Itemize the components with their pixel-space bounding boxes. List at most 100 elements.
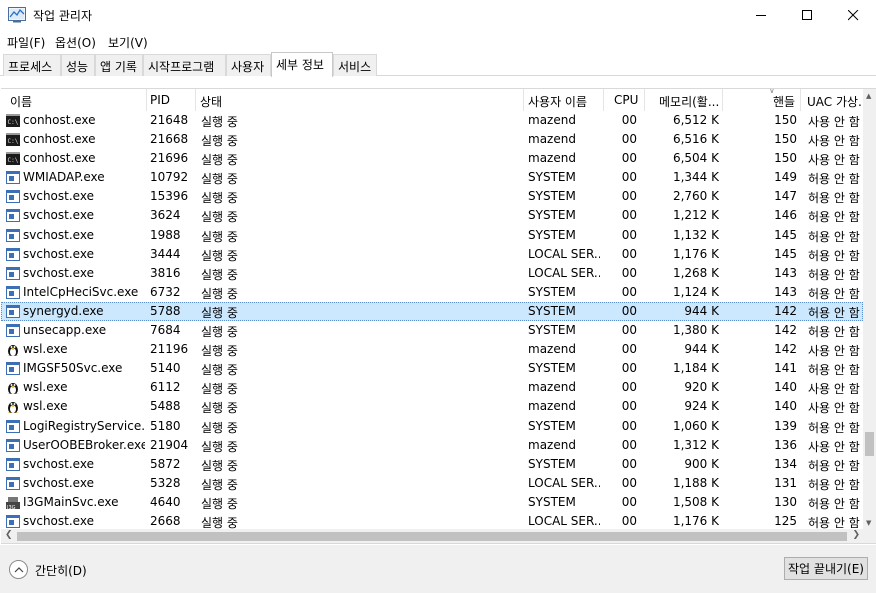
column-header-name[interactable]: 이름 xyxy=(1,89,147,111)
table-row[interactable]: LogiRegistryService.e... 5180 실행 중 SYSTEM 00… xyxy=(1,417,863,436)
table-row[interactable]: svchost.exe 5872 실행 중 SYSTEM 00 900 K 134 허용 안 … xyxy=(1,455,863,474)
process-uac: 사용 안 함 xyxy=(808,134,860,149)
table-row[interactable]: svchost.exe 5328 실행 중 LOCAL SER... 00 1,188 K… xyxy=(1,474,863,493)
process-memory: 1,060 K xyxy=(672,418,719,433)
process-handles: 125 xyxy=(774,513,797,528)
scroll-up-icon[interactable]: ▲ xyxy=(866,92,871,100)
process-pid: 10792 xyxy=(150,170,189,185)
table-row[interactable]: IntelCpHeciSvc.exe 6732 실행 중 SYSTEM 00 1,124 … xyxy=(1,283,863,302)
tab-details[interactable]: 세부 정보 xyxy=(271,52,333,77)
column-header-cpu[interactable]: CPU xyxy=(604,89,645,111)
end-task-button[interactable]: 작업 끝내기(E) xyxy=(784,557,868,580)
menu-view[interactable]: 보기(V) xyxy=(108,34,148,51)
column-header-uac[interactable]: UAC 가상... xyxy=(801,89,863,111)
tab-performance[interactable]: 성능 xyxy=(61,54,95,76)
column-header-status[interactable]: 상태 xyxy=(196,89,524,111)
process-status: 실행 중 xyxy=(201,153,238,168)
table-row[interactable]: svchost.exe 3444 실행 중 LOCAL SER... 00 1,176 K… xyxy=(1,245,863,264)
minimize-button[interactable] xyxy=(738,0,784,31)
table-row[interactable]: I3G I3GMainSvc.exe 4640 실행 중 SYSTEM 00 1,508 K… xyxy=(1,493,863,512)
process-status: 실행 중 xyxy=(201,439,238,454)
process-memory: 1,176 K xyxy=(672,513,719,528)
process-cpu: 00 xyxy=(621,456,637,471)
table-row[interactable]: synergyd.exe 5788 실행 중 SYSTEM 00 944 K 142 허용 안… xyxy=(1,301,863,322)
scroll-left-icon[interactable]: ❮ xyxy=(5,530,13,540)
process-status: 실행 중 xyxy=(201,401,238,416)
column-header-handles[interactable]: 핸들 xyxy=(723,89,801,111)
process-handles: 147 xyxy=(774,189,797,204)
process-cpu: 00 xyxy=(621,342,637,357)
menu-options[interactable]: 옵션(O) xyxy=(55,34,96,51)
process-cpu: 00 xyxy=(621,265,637,280)
process-cpu: 00 xyxy=(621,132,637,147)
process-handles: 141 xyxy=(774,361,797,376)
process-user: mazend xyxy=(528,132,576,147)
table-row[interactable]: C:\ conhost.exe 21668 실행 중 mazend 00 6,516 K 15… xyxy=(1,130,863,149)
process-status: 실행 중 xyxy=(201,420,238,435)
vertical-scrollbar[interactable]: ▲ ▼ xyxy=(863,89,876,529)
tab-services[interactable]: 서비스 xyxy=(333,54,377,76)
process-status: 실행 중 xyxy=(201,229,238,244)
process-user: mazend xyxy=(528,151,576,166)
close-button[interactable] xyxy=(830,0,876,31)
process-handles: 130 xyxy=(774,494,797,509)
process-name: UserOOBEBroker.exe xyxy=(23,437,145,452)
table-row[interactable]: svchost.exe 1988 실행 중 SYSTEM 00 1,132 K 145 허용 … xyxy=(1,226,863,245)
tab-app-history[interactable]: 앱 기록 xyxy=(95,54,143,76)
column-header-pid[interactable]: PID xyxy=(147,89,196,111)
vertical-scroll-thumb[interactable] xyxy=(865,432,874,456)
table-row[interactable]: UserOOBEBroker.exe 21904 실행 중 mazend 00 1,312… xyxy=(1,436,863,455)
collapse-button[interactable] xyxy=(9,560,28,579)
process-status: 실행 중 xyxy=(201,382,238,397)
table-row[interactable]: wsl.exe 5488 실행 중 mazend 00 924 K 140 사용 안 함 xyxy=(1,397,863,416)
maximize-button[interactable] xyxy=(784,0,830,31)
table-row[interactable]: wsl.exe 6112 실행 중 mazend 00 920 K 140 사용 안 함 xyxy=(1,378,863,397)
process-name: svchost.exe xyxy=(23,265,94,280)
process-status: 실행 중 xyxy=(201,458,238,473)
column-header-memory[interactable]: 메모리(활... xyxy=(645,89,723,111)
table-row[interactable]: C:\ conhost.exe 21648 실행 중 mazend 00 6,512 K 15… xyxy=(1,111,863,130)
table-row[interactable]: IMGSF50Svc.exe 5140 실행 중 SYSTEM 00 1,184 K 141… xyxy=(1,359,863,378)
table-row[interactable]: unsecapp.exe 7684 실행 중 SYSTEM 00 1,380 K 142 허용… xyxy=(1,321,863,340)
process-user: mazend xyxy=(528,113,576,127)
process-user: SYSTEM xyxy=(528,227,576,242)
tab-startup[interactable]: 시작프로그램 xyxy=(143,54,226,76)
tab-processes[interactable]: 프로세스 xyxy=(3,54,61,76)
process-cpu: 00 xyxy=(621,361,637,376)
process-pid: 21904 xyxy=(150,437,189,452)
table-row[interactable]: svchost.exe 15396 실행 중 SYSTEM 00 2,760 K 147 허용… xyxy=(1,187,863,206)
process-user: SYSTEM xyxy=(528,170,576,185)
process-user: SYSTEM xyxy=(528,418,576,433)
process-user: SYSTEM xyxy=(528,284,576,299)
process-pid: 4640 xyxy=(150,494,181,509)
service-app-icon xyxy=(6,438,20,452)
tab-users[interactable]: 사용자 xyxy=(226,54,271,76)
process-list: 이름 PID 상태 사용자 이름 CPU 메모리(활... 핸들 UAC 가상.… xyxy=(1,88,876,544)
column-header-user[interactable]: 사용자 이름 xyxy=(524,89,604,111)
horizontal-scrollbar[interactable]: ❮ ❯ xyxy=(1,529,863,543)
process-cpu: 00 xyxy=(621,170,637,185)
process-cpu: 00 xyxy=(621,208,637,223)
process-user: LOCAL SER... xyxy=(528,475,600,490)
table-row[interactable]: WMIADAP.exe 10792 실행 중 SYSTEM 00 1,344 K 149 허용… xyxy=(1,168,863,187)
process-cpu: 00 xyxy=(621,151,637,166)
process-uac: 허용 안 함 xyxy=(808,267,860,282)
scroll-down-icon[interactable]: ▼ xyxy=(866,519,871,527)
process-name: synergyd.exe xyxy=(23,303,104,318)
collapse-label[interactable]: 간단히(D) xyxy=(35,562,87,579)
list-header: 이름 PID 상태 사용자 이름 CPU 메모리(활... 핸들 UAC 가상.… xyxy=(1,89,863,111)
table-row[interactable]: wsl.exe 21196 실행 중 mazend 00 944 K 142 사용 안 함 xyxy=(1,340,863,359)
process-cpu: 00 xyxy=(621,399,637,414)
scroll-right-icon[interactable]: ❯ xyxy=(852,530,860,540)
table-row[interactable]: svchost.exe 3624 실행 중 SYSTEM 00 1,212 K 146 허용 … xyxy=(1,206,863,225)
table-row[interactable]: C:\ conhost.exe 21696 실행 중 mazend 00 6,504 K 15… xyxy=(1,149,863,168)
process-cpu: 00 xyxy=(621,189,637,204)
table-row[interactable]: svchost.exe 3816 실행 중 LOCAL SER... 00 1,268 K… xyxy=(1,264,863,283)
process-user: SYSTEM xyxy=(528,189,576,204)
menu-file[interactable]: 파일(F) xyxy=(7,34,45,51)
process-uac: 허용 안 함 xyxy=(808,286,860,301)
process-memory: 1,124 K xyxy=(672,284,719,299)
horizontal-scroll-thumb[interactable] xyxy=(17,532,847,541)
process-memory: 1,184 K xyxy=(672,361,719,376)
process-name: conhost.exe xyxy=(23,113,96,127)
